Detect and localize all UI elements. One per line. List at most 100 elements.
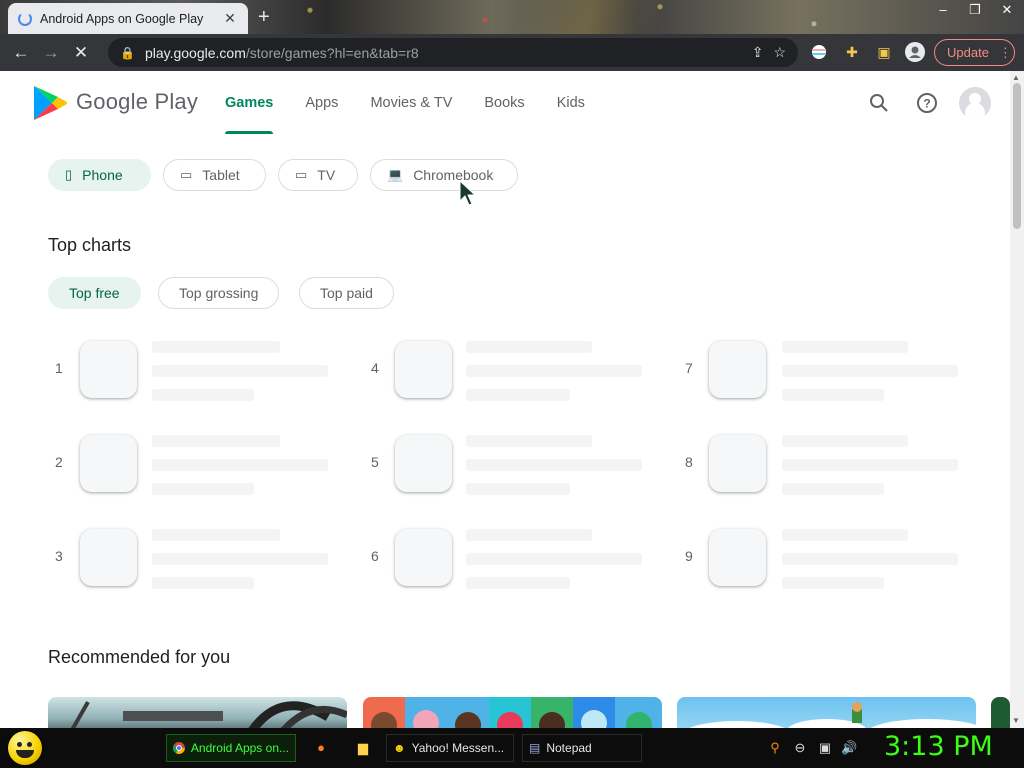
filter-top-free[interactable]: Top free: [48, 277, 141, 309]
device-label: TV: [317, 167, 336, 183]
help-icon[interactable]: ?: [915, 91, 939, 115]
taskbar-item-chrome[interactable]: Android Apps on...: [166, 734, 296, 762]
nav-games[interactable]: Games: [225, 95, 274, 134]
taskbar-item-notepad[interactable]: ▤ Notepad: [522, 734, 642, 762]
rating-placeholder: [466, 483, 570, 495]
game-thumbnail: [70, 701, 347, 728]
browser-tabstrip: Android Apps on Google Play ✕ + – ❐ ✕: [0, 0, 1024, 34]
start-button[interactable]: [8, 731, 42, 765]
address-bar[interactable]: 🔒 play.google.com/store/games?hl=en&tab=…: [108, 38, 798, 67]
app-icon-placeholder[interactable]: [709, 341, 766, 398]
rank-number: 8: [685, 454, 693, 470]
device-chip-phone[interactable]: ▯ Phone: [48, 159, 151, 191]
profile-icon[interactable]: [904, 41, 926, 63]
taskbar-label: Android Apps on...: [190, 741, 289, 755]
side-panel-icon[interactable]: ▣: [873, 41, 895, 63]
app-icon-placeholder[interactable]: [80, 529, 137, 586]
app-icon-placeholder[interactable]: [709, 435, 766, 492]
scroll-down-icon[interactable]: ▼: [1012, 716, 1020, 725]
menu-dots-icon: ⋮: [998, 44, 1012, 60]
game-thumbnail: [363, 697, 662, 728]
recommended-card[interactable]: [991, 697, 1010, 728]
subtitle-placeholder: [466, 459, 642, 471]
theme-background: [240, 0, 940, 34]
title-placeholder: [152, 341, 280, 353]
app-icon-placeholder[interactable]: [80, 341, 137, 398]
os-taskbar: Android Apps on... ● ▆ ☻ Yahoo! Messen..…: [0, 728, 1024, 768]
rank-number: 6: [371, 548, 379, 564]
search-icon[interactable]: [867, 91, 891, 115]
filter-top-grossing[interactable]: Top grossing: [158, 277, 280, 309]
title-placeholder: [152, 529, 280, 541]
volume-icon[interactable]: 🔊: [841, 740, 857, 756]
filter-top-paid[interactable]: Top paid: [299, 277, 394, 309]
status-tray-icon[interactable]: ⊖: [792, 740, 808, 756]
app-icon-placeholder[interactable]: [395, 435, 452, 492]
stop-icon[interactable]: ✕: [66, 43, 96, 63]
url-text: play.google.com/store/games?hl=en&tab=r8: [145, 45, 742, 61]
rank-number: 7: [685, 360, 693, 376]
title-placeholder: [152, 435, 280, 447]
restore-icon[interactable]: ❐: [966, 2, 984, 18]
page-scrollbar[interactable]: ▲ ▼: [1010, 71, 1024, 728]
device-chip-tablet[interactable]: ▭ Tablet: [163, 159, 266, 191]
notepad-icon: ▤: [529, 741, 541, 755]
scroll-thumb[interactable]: [1013, 83, 1021, 229]
nav-books[interactable]: Books: [484, 95, 524, 111]
rating-placeholder: [152, 389, 254, 401]
app-icon-placeholder[interactable]: [80, 435, 137, 492]
subtitle-placeholder: [152, 459, 328, 471]
subtitle-placeholder: [466, 365, 642, 377]
nav-movies-tv[interactable]: Movies & TV: [370, 95, 452, 111]
device-chip-chromebook[interactable]: 💻 Chromebook: [370, 159, 518, 191]
minimize-icon[interactable]: –: [934, 2, 952, 18]
lock-icon[interactable]: 🔒: [120, 46, 135, 60]
taskbar-item-yahoo[interactable]: ☻ Yahoo! Messen...: [386, 734, 514, 762]
extension-flag-icon[interactable]: [808, 41, 830, 63]
rank-number: 9: [685, 548, 693, 564]
extensions-icon[interactable]: ✚: [841, 41, 863, 63]
rating-placeholder: [466, 389, 570, 401]
app-icon-placeholder[interactable]: [709, 529, 766, 586]
share-icon[interactable]: ⇪: [752, 44, 764, 61]
browser-tab[interactable]: Android Apps on Google Play ✕: [8, 3, 248, 34]
subtitle-placeholder: [782, 459, 958, 471]
recommended-card[interactable]: [363, 697, 662, 728]
update-button[interactable]: Update ⋮: [934, 39, 1015, 66]
rank-number: 4: [371, 360, 379, 376]
nav-apps[interactable]: Apps: [305, 95, 338, 111]
folder-icon[interactable]: ▆: [355, 740, 371, 756]
new-tab-icon[interactable]: +: [258, 6, 270, 29]
rank-number: 2: [55, 454, 63, 470]
tablet-icon: ▭: [180, 167, 193, 182]
device-chip-tv[interactable]: ▭ TV: [278, 159, 358, 191]
url-host: play.google.com: [144, 44, 246, 61]
search-tray-icon[interactable]: ⚲: [767, 740, 783, 756]
forward-icon[interactable]: →: [36, 43, 66, 63]
taskbar-clock[interactable]: 3:13 PM: [884, 731, 993, 762]
back-icon[interactable]: ←: [6, 43, 36, 63]
svg-text:?: ?: [923, 97, 930, 111]
main-nav: Games Apps Movies & TV Books Kids: [225, 95, 585, 134]
device-label: Tablet: [202, 167, 240, 183]
brand-name[interactable]: Google Play: [76, 89, 198, 115]
rating-placeholder: [466, 577, 570, 589]
recommended-card[interactable]: [677, 697, 976, 728]
subtitle-placeholder: [782, 553, 958, 565]
rank-number: 5: [371, 454, 379, 470]
phone-icon: ▯: [65, 167, 73, 182]
close-tab-icon[interactable]: ✕: [222, 10, 238, 27]
recommended-card[interactable]: [48, 697, 347, 728]
firefox-icon[interactable]: ●: [313, 740, 329, 756]
network-icon[interactable]: ▣: [817, 740, 833, 756]
rating-placeholder: [782, 577, 884, 589]
app-icon-placeholder[interactable]: [395, 341, 452, 398]
account-avatar[interactable]: [959, 87, 991, 119]
google-play-logo-icon[interactable]: [32, 84, 68, 122]
app-icon-placeholder[interactable]: [395, 529, 452, 586]
taskbar-label: Notepad: [546, 741, 592, 755]
bookmark-star-icon[interactable]: ☆: [773, 44, 786, 61]
close-window-icon[interactable]: ✕: [998, 2, 1016, 18]
scroll-up-icon[interactable]: ▲: [1012, 73, 1020, 82]
nav-kids[interactable]: Kids: [557, 95, 585, 111]
